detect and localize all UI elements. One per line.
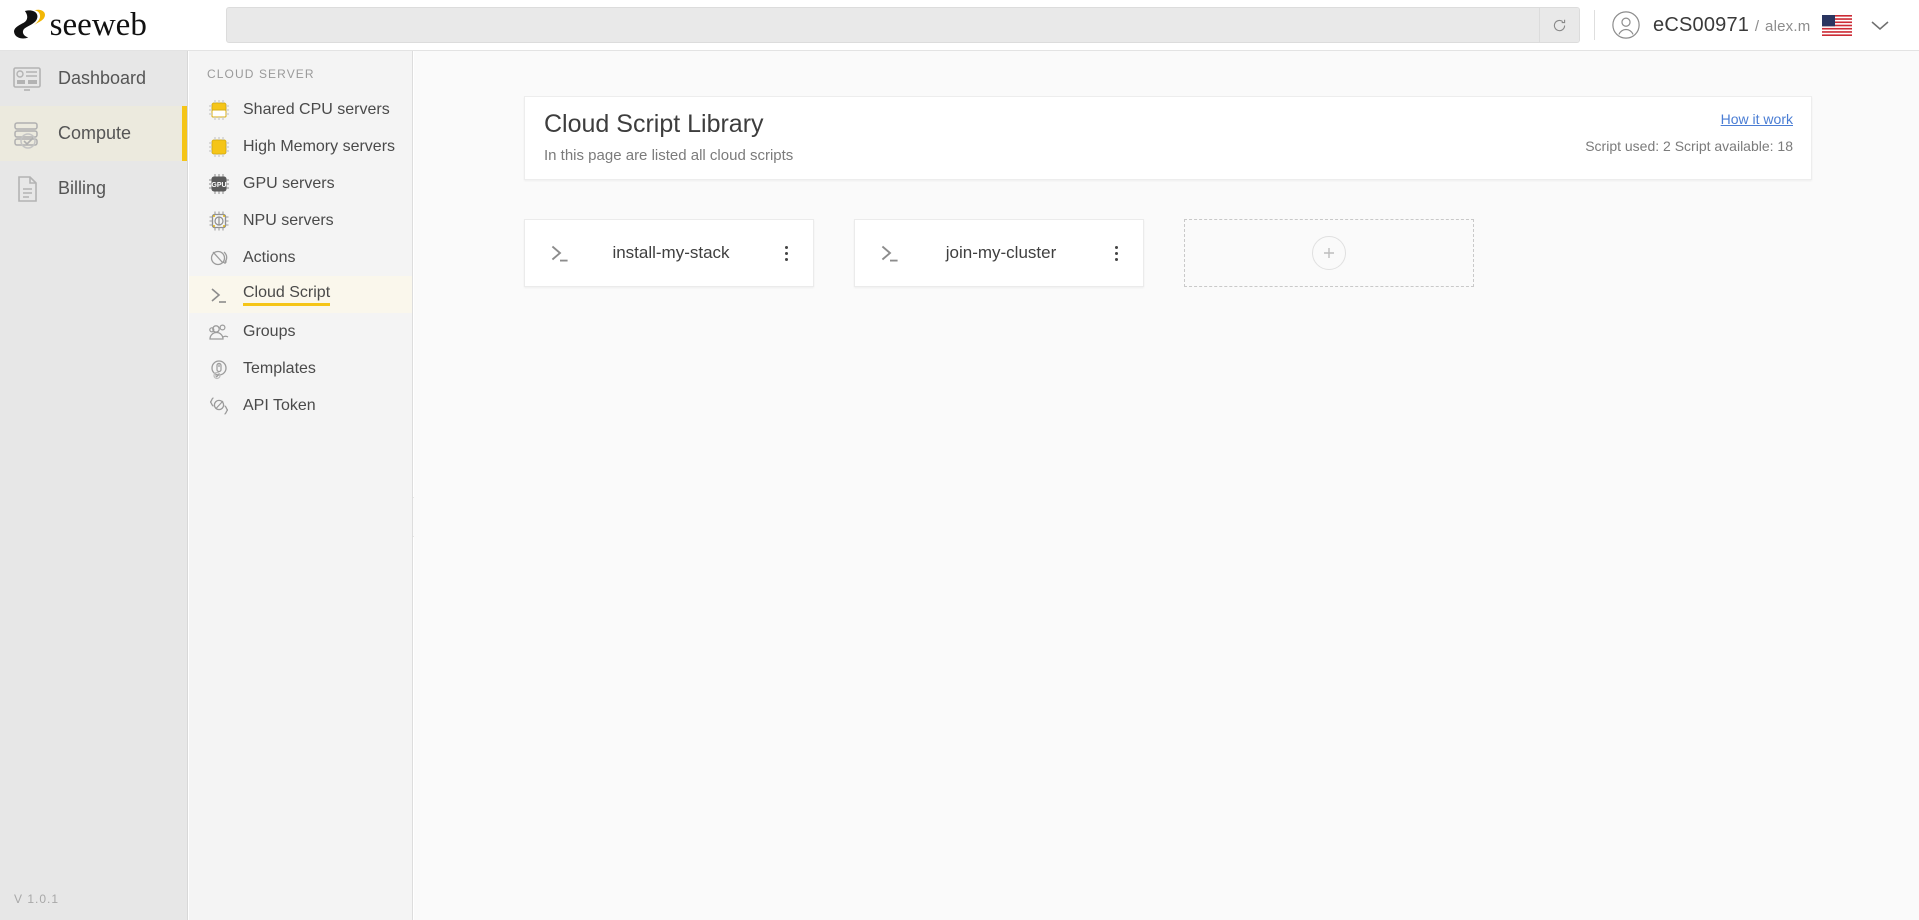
sidebar-item-actions[interactable]: Actions: [189, 239, 412, 276]
how-it-work-link[interactable]: How it work: [1585, 111, 1793, 127]
top-bar: seeweb eCS00971 / alex.m: [0, 0, 1919, 51]
subnav-section-title: CLOUD SERVER: [207, 67, 315, 81]
sidebar-item-gpu-servers-label: GPU servers: [243, 174, 335, 192]
sidebar-item-actions-label: Actions: [243, 248, 296, 266]
npu-chip-icon: [209, 211, 229, 230]
sidebar-item-groups-label: Groups: [243, 322, 296, 340]
app-version: V 1.0.1: [14, 892, 60, 906]
sidebar-item-cloud-script[interactable]: Cloud Script: [189, 276, 412, 313]
page-subtitle: In this page are listed all cloud script…: [544, 146, 794, 164]
sidebar-item-templates[interactable]: Templates: [189, 350, 412, 387]
kebab-menu-icon[interactable]: [773, 245, 799, 261]
script-tile[interactable]: install-my-stack: [524, 219, 814, 287]
page-header-card: Cloud Script Library In this page are li…: [524, 96, 1812, 180]
dashboard-icon: [13, 66, 41, 91]
sidebar-item-shared-cpu-servers[interactable]: Shared CPU servers: [189, 91, 412, 128]
gpu-chip-icon: GPU: [209, 173, 229, 194]
refresh-button[interactable]: [1539, 8, 1579, 42]
sidebar-item-api-token[interactable]: API Token: [189, 387, 412, 424]
global-search[interactable]: [226, 7, 1580, 43]
username-text: alex.m: [1765, 17, 1811, 35]
actions-icon: [210, 250, 228, 265]
add-script-tile[interactable]: [1184, 219, 1474, 287]
toolbar-divider: [1594, 10, 1595, 40]
account-id-text: eCS00971: [1653, 13, 1750, 36]
search-input[interactable]: [227, 8, 1539, 42]
page-header-text: Cloud Script Library In this page are li…: [544, 110, 794, 179]
sidebar-item-cloud-script-label: Cloud Script: [243, 284, 331, 306]
us-flag-icon: [1822, 14, 1853, 36]
sidebar-item-dashboard-label: Dashboard: [58, 68, 147, 88]
secondary-nav: CLOUD SERVER Shared CPU servers High Mem…: [189, 51, 413, 920]
script-tile[interactable]: join-my-cluster: [854, 219, 1144, 287]
sidebar-item-high-memory-servers[interactable]: High Memory servers: [189, 128, 412, 165]
sidebar-item-shared-cpu-servers-label: Shared CPU servers: [243, 100, 390, 118]
seeweb-logo-icon: seeweb: [14, 7, 147, 43]
plus-icon: [1324, 248, 1334, 258]
api-token-icon: [209, 396, 229, 415]
server-stack-icon: [14, 121, 38, 149]
main-content: Cloud Script Library In this page are li…: [414, 51, 1919, 920]
svg-text:GPU: GPU: [211, 182, 226, 189]
script-quota-text: Script used: 2 Script available: 18: [1585, 138, 1793, 154]
sidebar-item-templates-label: Templates: [243, 359, 316, 377]
brand-logo[interactable]: seeweb: [0, 0, 216, 51]
terminal-icon: [551, 245, 568, 262]
refresh-icon: [1553, 19, 1566, 31]
sidebar-item-gpu-servers[interactable]: GPU GPU servers: [189, 165, 412, 202]
sidebar-item-groups[interactable]: Groups: [189, 313, 412, 350]
sidebar-item-npu-servers[interactable]: NPU servers: [189, 202, 412, 239]
account-separator: /: [1754, 17, 1760, 35]
primary-sidebar: Dashboard Compute Billing V 1.0.1: [0, 51, 188, 920]
terminal-icon: [211, 287, 226, 303]
page-title: Cloud Script Library: [544, 110, 764, 138]
chevron-down-icon[interactable]: [1870, 19, 1890, 32]
plus-circle: [1312, 236, 1346, 270]
svg-text:seeweb: seeweb: [50, 7, 147, 43]
sidebar-item-high-memory-servers-label: High Memory servers: [243, 137, 396, 155]
script-name: join-my-cluster: [945, 243, 1057, 262]
account-id: eCS00971 / alex.m: [1653, 14, 1810, 37]
groups-icon: [209, 323, 229, 340]
memory-chip-icon: [209, 136, 229, 157]
sidebar-item-compute[interactable]: Compute: [0, 106, 187, 161]
script-name: install-my-stack: [612, 243, 730, 262]
templates-icon: [211, 359, 227, 379]
sidebar-item-dashboard[interactable]: Dashboard: [0, 51, 187, 106]
cpu-chip-icon: [209, 99, 229, 120]
sidebar-item-api-token-label: API Token: [243, 396, 316, 414]
document-icon: [18, 175, 37, 202]
terminal-icon: [881, 245, 898, 262]
sidebar-item-billing[interactable]: Billing: [0, 161, 187, 216]
avatar-icon: [1612, 11, 1640, 39]
script-tile-list: install-my-stack join-my-cluster: [524, 219, 1474, 287]
sidebar-item-compute-label: Compute: [58, 123, 132, 143]
sidebar-item-billing-label: Billing: [58, 178, 107, 198]
sidebar-item-npu-servers-label: NPU servers: [243, 211, 334, 229]
user-menu[interactable]: eCS00971 / alex.m: [1611, 10, 1919, 40]
kebab-menu-icon[interactable]: [1103, 245, 1129, 261]
page-header-meta: How it work Script used: 2 Script availa…: [1585, 111, 1793, 179]
